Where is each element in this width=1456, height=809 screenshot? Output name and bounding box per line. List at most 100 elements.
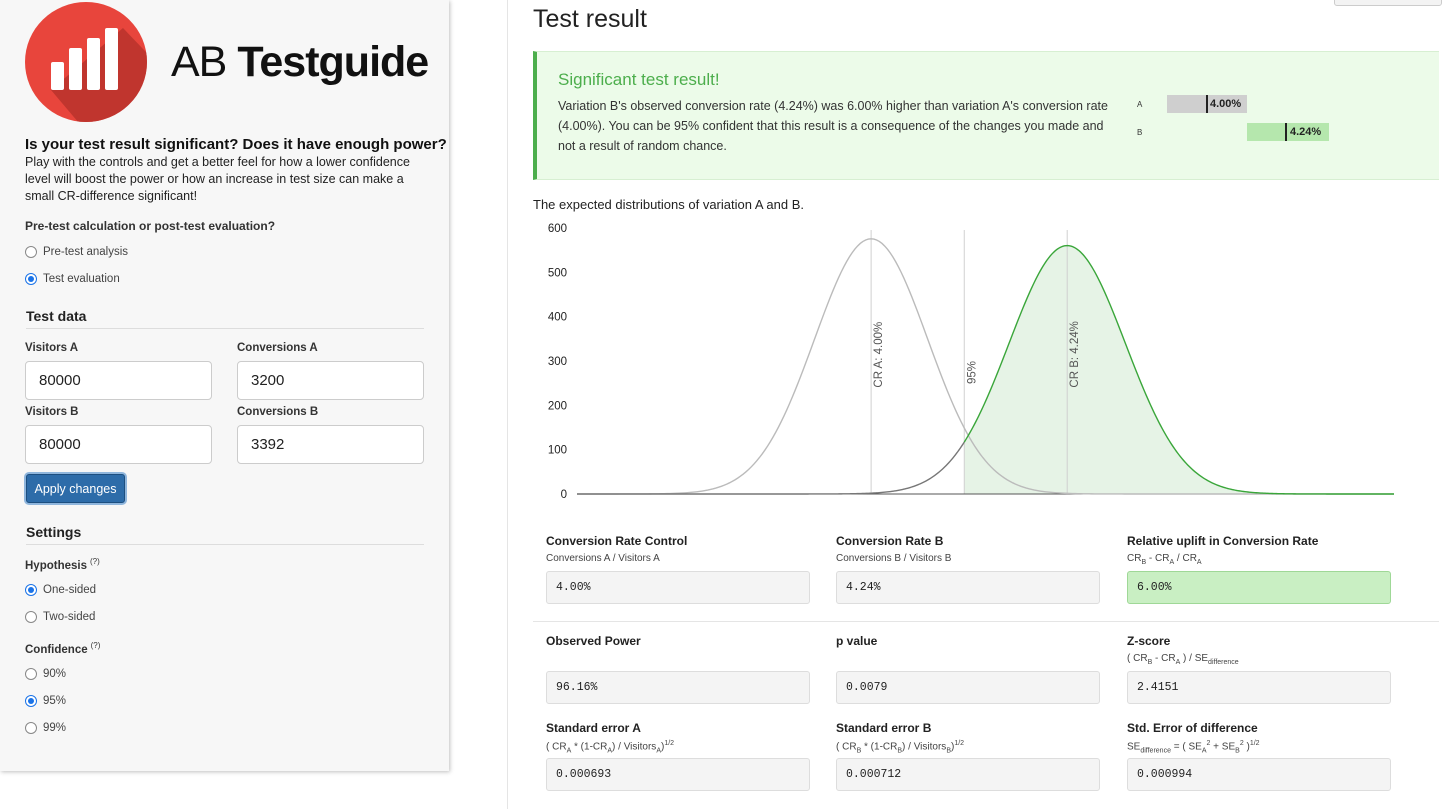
formula-part: difference <box>1140 747 1171 755</box>
apply-changes-button[interactable]: Apply changes <box>26 474 125 503</box>
settings-title: Settings <box>26 524 424 545</box>
radio-label: Two-sided <box>43 611 96 623</box>
distribution-chart: 0 100 200 300 400 500 600 CR A: 4.00% CR B: 4.24… <box>548 223 1394 501</box>
y-tick-label: 600 <box>548 223 567 235</box>
conversions-b-input[interactable]: 3392 <box>237 425 424 464</box>
formula-part: A <box>1201 747 1207 755</box>
metric-value: 2.4151 <box>1127 671 1391 704</box>
radio-dot[interactable] <box>25 584 37 596</box>
formula-part: + SE <box>1210 741 1236 753</box>
metric-title: Standard error A <box>546 721 641 735</box>
metric-formula: SEdifference = ( SEA2 + SEB2 )1/2 <box>1127 740 1391 755</box>
radio-dot[interactable] <box>25 246 37 258</box>
metric-formula: Conversions A / Visitors A <box>546 553 660 564</box>
radio-label: Test evaluation <box>43 273 120 285</box>
visitors-b-input[interactable]: 80000 <box>25 425 212 464</box>
formula-part: * (1-CR <box>571 741 608 753</box>
metric-title: Conversion Rate Control <box>546 534 688 548</box>
radio-pre-test[interactable]: Pre-test analysis <box>25 246 128 258</box>
result-text: Variation B's observed conversion rate (… <box>558 99 1108 153</box>
radio-dot[interactable] <box>25 273 37 285</box>
formula-part: B <box>1235 747 1240 755</box>
radio-confidence-90[interactable]: 90% <box>25 668 66 680</box>
metric-formula: CRB - CRA / CRA <box>1127 553 1391 566</box>
metric-card: Standard error A ( CRA * (1-CRA) / Visito… <box>546 721 810 791</box>
formula-part: 1/2 <box>1249 740 1260 747</box>
y-tick-label: 0 <box>561 489 567 501</box>
radio-dot[interactable] <box>25 722 37 734</box>
formula-part: ) / Visitors <box>902 741 947 753</box>
formula-part: ) / SE <box>1180 653 1209 664</box>
formula-part: SE <box>1127 741 1141 753</box>
metric-card: Conversion Rate Control Conversions A / V… <box>546 534 810 604</box>
metric-value: 4.00% <box>546 571 810 604</box>
main-divider <box>507 0 508 809</box>
mini-bar-a-marker <box>1206 95 1208 113</box>
mini-bar-a: 4.00% <box>1167 95 1247 113</box>
metric-card: Z-score ( CRB - CRA ) / SEdifference 2.415… <box>1127 634 1391 704</box>
radio-test-evaluation[interactable]: Test evaluation <box>25 273 120 285</box>
distribution-title: The expected distributions of variation … <box>533 197 805 212</box>
marker-label: 95% <box>966 361 978 384</box>
hypothesis-help-icon[interactable]: (?) <box>90 557 100 566</box>
hypothesis-label-text: Hypothesis <box>25 559 87 572</box>
formula-part: CR <box>1127 553 1142 564</box>
formula-part: ( CR <box>1127 653 1148 664</box>
confidence-help-icon[interactable]: (?) <box>91 641 101 650</box>
y-tick-label: 300 <box>548 356 567 368</box>
formula-part: * (1-CR <box>861 741 898 753</box>
radio-confidence-95[interactable]: 95% <box>25 695 66 707</box>
radio-two-sided[interactable]: Two-sided <box>25 611 95 623</box>
metric-value: 6.00% <box>1127 571 1391 604</box>
y-tick-label: 200 <box>548 400 567 412</box>
formula-part: A <box>1196 559 1202 566</box>
confidence-label-text: Confidence <box>25 643 88 656</box>
metric-title: Standard error B <box>836 721 932 735</box>
metric-value: 0.000693 <box>546 758 810 791</box>
radio-label: 99% <box>43 722 67 734</box>
marker-label: CR B: 4.24% <box>1069 321 1081 387</box>
conversions-b-label: Conversions B <box>237 406 319 418</box>
formula-part: ( CR <box>836 741 857 753</box>
formula-part: = ( SE <box>1170 741 1202 753</box>
formula-part: difference <box>1208 659 1239 666</box>
radio-dot[interactable] <box>25 695 37 707</box>
mode-question: Pre-test calculation or post-test evalua… <box>25 219 276 233</box>
metric-formula: Conversions B / Visitors B <box>836 553 952 564</box>
marker-label: CR A: 4.00% <box>873 322 885 388</box>
radio-confidence-99[interactable]: 99% <box>25 722 66 734</box>
metric-formula: ( CRA * (1-CRA) / VisitorsA)1/2 <box>546 740 810 754</box>
brand-name: AB Testguide <box>171 38 429 87</box>
metric-card: Observed Power 96.16% <box>546 634 810 704</box>
metric-value: 96.16% <box>546 671 810 704</box>
mini-bar-b-label: B <box>1137 128 1143 137</box>
sidebar: AB Testguide Is your test result signifi… <box>0 0 449 771</box>
metric-card: p value 0.0079 <box>836 634 1100 704</box>
metric-value: 0.0079 <box>836 671 1100 704</box>
metric-title: Z-score <box>1127 634 1171 648</box>
y-tick-label: 100 <box>548 445 567 457</box>
test-data-title: Test data <box>26 308 424 329</box>
radio-label: 95% <box>43 695 67 707</box>
radio-label: 90% <box>43 668 67 680</box>
metric-title: Conversion Rate B <box>836 534 944 548</box>
metric-formula: ( CRB * (1-CRB) / VisitorsB)1/2 <box>836 740 1100 754</box>
visitors-a-input[interactable]: 80000 <box>25 361 212 400</box>
metric-value: 4.24% <box>836 571 1100 604</box>
conversions-a-input[interactable]: 3200 <box>237 361 424 400</box>
result-title: Significant test result! <box>558 70 720 89</box>
mini-bar-b-value: 4.24% <box>1290 126 1322 138</box>
y-tick-label: 400 <box>548 312 567 324</box>
radio-dot[interactable] <box>25 668 37 680</box>
radio-dot[interactable] <box>25 611 37 623</box>
top-tab-button[interactable] <box>1334 0 1442 6</box>
formula-part: 1/2 <box>954 740 965 747</box>
sidebar-heading: Is your test result significant? Does it… <box>25 136 447 153</box>
formula-part: / CR <box>1174 553 1197 564</box>
mini-bar-a-value: 4.00% <box>1210 98 1242 110</box>
radio-one-sided[interactable]: One-sided <box>25 584 96 596</box>
formula-part: - CR <box>1146 553 1170 564</box>
metric-title: Observed Power <box>546 634 641 648</box>
metric-formula: ( CRB - CRA ) / SEdifference <box>1127 653 1391 666</box>
metric-card: Std. Error of difference SEdifference = (… <box>1127 721 1391 791</box>
